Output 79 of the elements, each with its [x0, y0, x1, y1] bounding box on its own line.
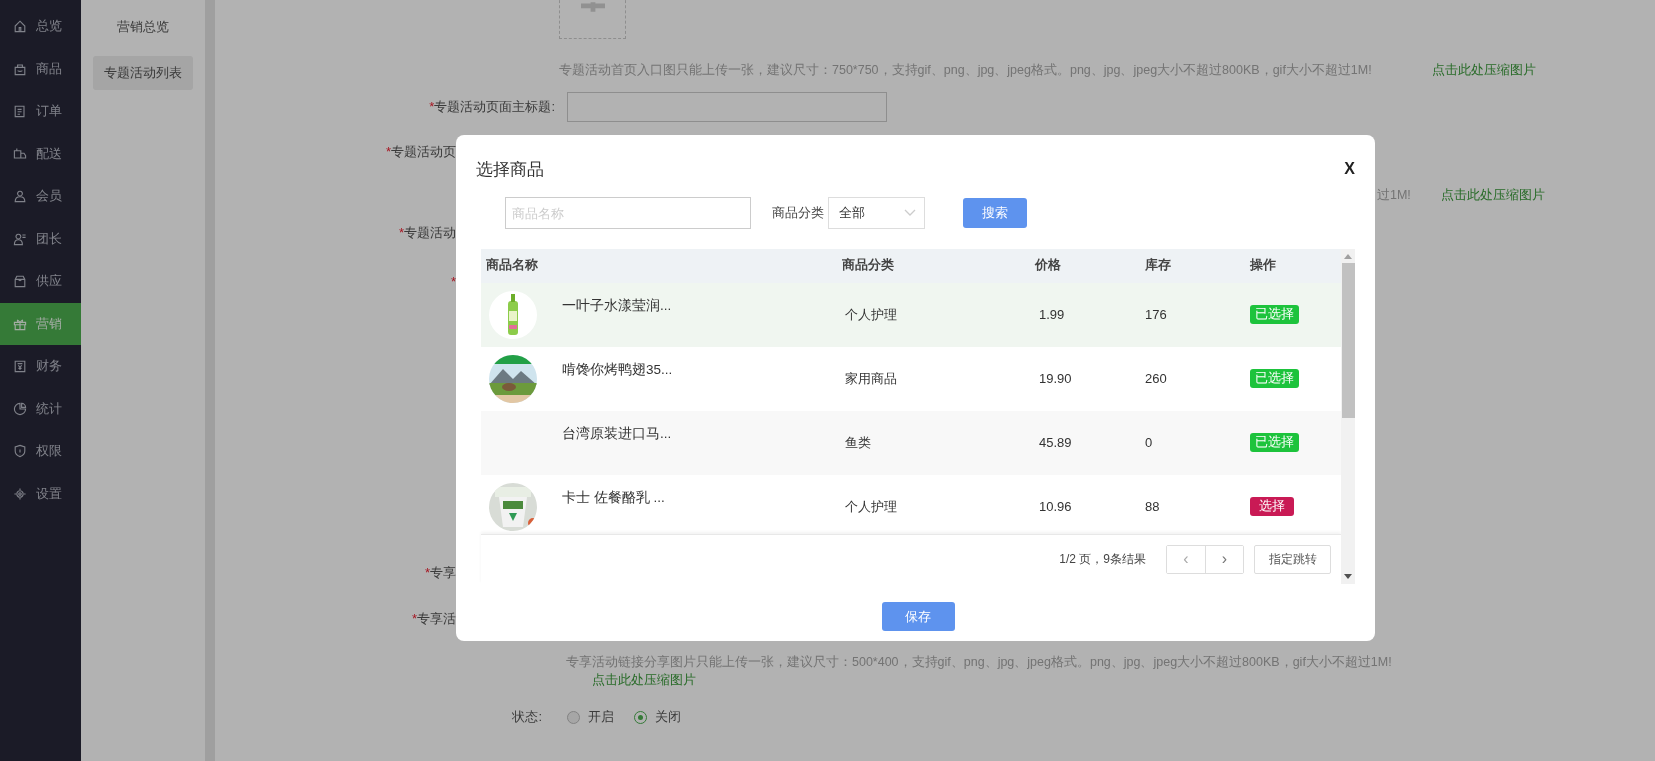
table-cell-text: 45.89 — [1038, 435, 1073, 451]
radio-option[interactable]: 开启 — [567, 708, 614, 726]
column-header: 商品分类 — [841, 257, 895, 275]
next-page-button[interactable]: › — [1205, 545, 1243, 573]
sidebar-item[interactable]: 商品 — [0, 47, 81, 90]
category-select[interactable]: 全部 — [828, 197, 925, 229]
product-name: 台湾原装进口马... — [562, 424, 672, 443]
table-cell-text: 10.96 — [1038, 499, 1073, 515]
field-label: *专题活动 — [397, 224, 456, 242]
sidebar-item[interactable]: 会员 — [0, 175, 81, 218]
submenu-item[interactable]: 专题活动列表 — [93, 56, 193, 90]
menu-icon — [12, 145, 28, 162]
sidebar-item[interactable]: 供应 — [0, 260, 81, 303]
jump-button[interactable]: 指定跳转 — [1254, 544, 1331, 574]
field-label: *专享 — [423, 564, 456, 582]
chevron-down-icon — [904, 209, 916, 217]
menu-icon — [12, 273, 28, 290]
column-header: 库存 — [1144, 257, 1172, 275]
field-label: *专享活 — [410, 610, 456, 628]
upload-box[interactable] — [559, 0, 626, 39]
table-cell-text: 88 — [1144, 499, 1161, 515]
field-label: *专题活动页面主标题: — [428, 98, 555, 116]
sidebar-item[interactable]: 统计 — [0, 387, 81, 430]
column-header: 价格 — [1033, 257, 1062, 275]
table-cell-text: 个人护理 — [844, 497, 898, 516]
product-name: 卡士 佐餐酪乳 ... — [562, 488, 665, 507]
table-cell-text: 260 — [1144, 371, 1168, 387]
save-button[interactable]: 保存 — [881, 602, 955, 631]
menu-icon — [12, 188, 28, 205]
table-row[interactable]: 台湾原装进口马... 鱼类 45.89 0 已选择 — [481, 410, 1341, 475]
select-button[interactable]: 已选择 — [1250, 433, 1299, 453]
sidebar-item[interactable]: 权限 — [0, 430, 81, 473]
menu-icon — [12, 18, 28, 35]
scroll-down-icon[interactable] — [1344, 574, 1352, 579]
compress-link[interactable]: 点击此处压缩图片 — [592, 673, 696, 687]
plus-icon — [580, 2, 605, 12]
table-cell-text: 19.90 — [1038, 371, 1073, 387]
scroll-up-icon[interactable] — [1344, 254, 1352, 259]
sidebar-item[interactable]: 团长 — [0, 217, 81, 260]
select-button[interactable]: 选择 — [1250, 497, 1294, 517]
title-input[interactable] — [567, 92, 887, 122]
menu-icon — [12, 103, 28, 120]
table-cell-text: 个人护理 — [844, 305, 898, 324]
submenu-item[interactable]: 营销总览 — [93, 10, 193, 44]
page-summary: 1/2 页，9条结果 — [1059, 550, 1146, 568]
field-label: 状态: — [511, 708, 542, 726]
select-button[interactable]: 已选择 — [1250, 369, 1299, 389]
scrollbar-thumb[interactable] — [1341, 263, 1355, 418]
table-cell-text: 1.99 — [1038, 307, 1066, 323]
close-button[interactable]: X — [1344, 160, 1355, 178]
table-cell-text: 176 — [1144, 307, 1168, 323]
dialog-title: 选择商品 — [476, 158, 544, 181]
hint-text: 过1M! — [1377, 186, 1411, 204]
product-name: 一叶子水漾莹润... — [562, 296, 672, 315]
category-label: 商品分类 — [772, 204, 824, 222]
sidebar-item[interactable]: 配送 — [0, 132, 81, 175]
table-cell-text: 鱼类 — [844, 433, 872, 452]
field-label: * — [449, 273, 456, 289]
table-cell-text: 0 — [1144, 435, 1154, 451]
scrollbar[interactable] — [1341, 249, 1355, 584]
menu-icon — [12, 485, 28, 502]
select-button[interactable]: 已选择 — [1250, 305, 1299, 325]
compress-link[interactable]: 点击此处压缩图片 — [1440, 186, 1545, 204]
search-button[interactable]: 搜索 — [963, 198, 1027, 228]
column-header: 操作 — [1249, 257, 1277, 275]
radio-option[interactable]: 关闭 — [634, 708, 681, 726]
column-header: 商品名称 — [485, 257, 539, 275]
field-label: *专题活动页 — [384, 143, 456, 161]
menu-icon — [12, 358, 28, 375]
menu-icon — [12, 443, 28, 460]
sidebar-item[interactable]: 订单 — [0, 90, 81, 133]
table-row[interactable]: 一叶子水漾莹润... 个人护理 1.99 176 已选择 — [481, 282, 1341, 347]
sidebar-item[interactable]: 设置 — [0, 472, 81, 515]
product-name: 啃馋你烤鸭翅35... — [562, 360, 673, 379]
table-cell-text: 家用商品 — [844, 369, 898, 388]
sidebar-item[interactable]: 财务 — [0, 345, 81, 388]
menu-icon — [12, 400, 28, 417]
compress-link[interactable]: 点击此处压缩图片 — [1431, 61, 1536, 79]
sidebar-item[interactable]: 总览 — [0, 5, 81, 48]
